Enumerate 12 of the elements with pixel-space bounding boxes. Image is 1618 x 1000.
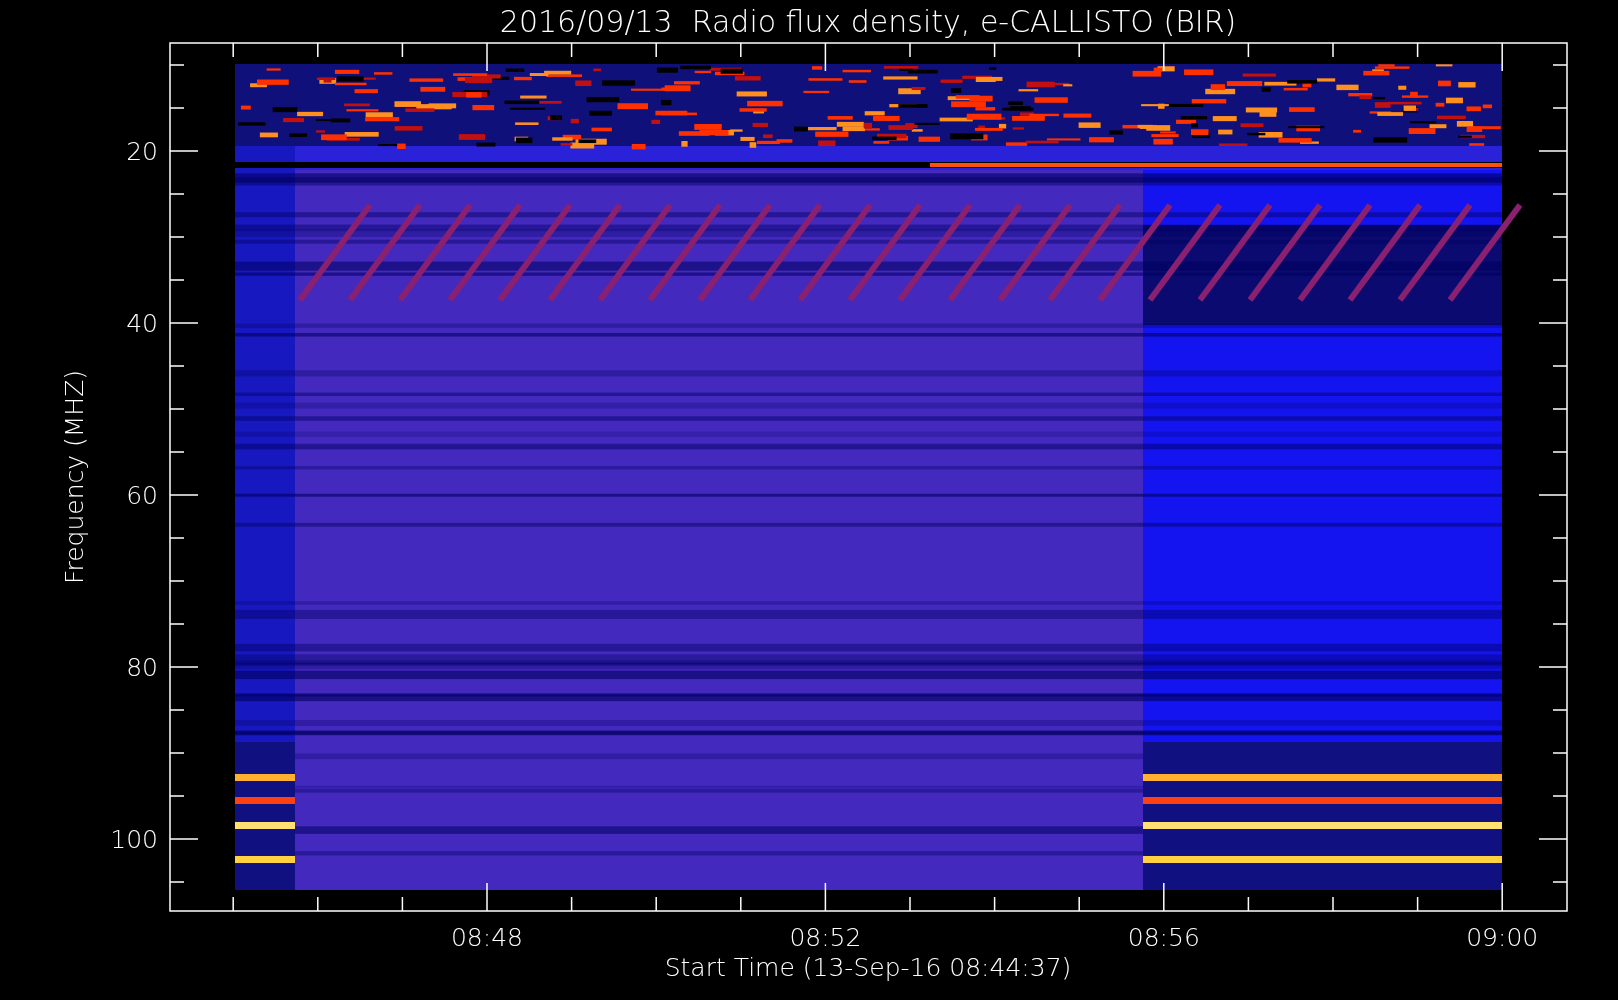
tick-label: 20 — [126, 137, 158, 166]
tick-label: 80 — [126, 653, 158, 682]
tick-label: 09:00 — [1466, 923, 1539, 952]
axis-label: Start Time (13-Sep-16 08:44:37) — [664, 953, 1072, 982]
tick-label: 60 — [126, 481, 158, 510]
tick-label: 08:52 — [789, 923, 862, 952]
tick-label: 08:48 — [451, 923, 523, 952]
plot-title: 2016/09/13 Radio flux density, e-CALLISTO (BIR) — [499, 4, 1237, 39]
tick-label: 40 — [126, 309, 158, 338]
tick-label: 08:56 — [1127, 923, 1200, 952]
tick-label: 100 — [110, 825, 158, 854]
axis-label: Frequency (MHZ) — [60, 369, 89, 585]
